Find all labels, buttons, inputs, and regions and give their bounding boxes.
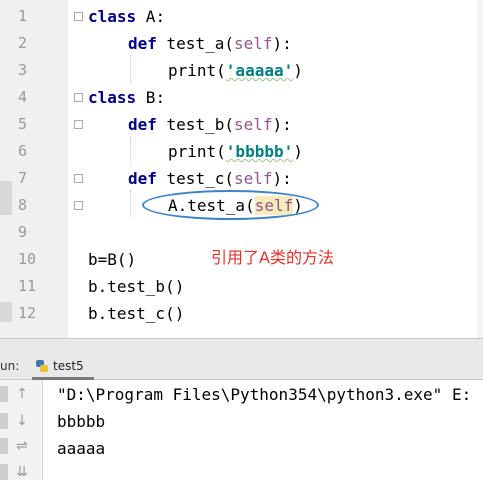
code-text: test_a( <box>156 34 234 53</box>
toolbar-marker <box>0 438 8 454</box>
code-line: b.test_c() <box>88 304 185 323</box>
code-text: ): <box>272 34 292 53</box>
keyword: def <box>128 115 157 134</box>
code-line: def test_c(self): <box>128 165 292 192</box>
self-param: self <box>233 34 273 53</box>
console-output[interactable]: "D:\Program Files\Python354\python3.exe"… <box>43 380 483 480</box>
editor-scrollbar[interactable] <box>477 0 483 338</box>
code-line: def test_b(self): <box>128 111 292 138</box>
console-toolbar: ↑ ↓ ⇌ ⇊ <box>0 380 43 480</box>
code-line: b=B() <box>88 250 137 269</box>
string-literal: 'aaaaa' <box>225 61 294 80</box>
keyword: class <box>88 88 137 107</box>
tab-test5[interactable]: test5 <box>32 353 94 379</box>
line-number-gutter: 1 2 3 4 5 6 7 8 9 10 11 12 <box>0 0 68 338</box>
code-text: ) <box>293 142 303 161</box>
line-number: 4 <box>18 88 28 106</box>
gutter-marker <box>0 181 12 215</box>
panel-divider[interactable] <box>0 338 483 353</box>
code-text: ): <box>272 115 292 134</box>
code-text: print( <box>168 61 226 80</box>
console-line: bbbbb <box>57 412 106 431</box>
code-text: A: <box>136 7 166 26</box>
code-editor[interactable]: 1 2 3 4 5 6 7 8 9 10 11 12 class A: def … <box>0 0 483 338</box>
code-line: class B: <box>88 84 165 111</box>
fold-marker-icon[interactable] <box>74 174 83 183</box>
code-text: test_c( <box>156 169 234 188</box>
code-text: ) <box>293 61 303 80</box>
code-line: print('bbbbb') <box>168 138 303 165</box>
console-line: "D:\Program Files\Python354\python3.exe"… <box>57 385 472 404</box>
fold-marker-icon[interactable] <box>74 201 83 210</box>
indent-guide <box>130 55 131 83</box>
run-panel-label: un: <box>0 359 20 373</box>
code-text: test_b( <box>156 115 234 134</box>
soft-wrap-icon[interactable]: ⇌ <box>14 438 30 454</box>
fold-marker-icon[interactable] <box>74 12 83 21</box>
code-text: ): <box>272 169 292 188</box>
annotation-text: 引用了A类的方法 <box>211 248 334 267</box>
indent-guide <box>130 136 131 164</box>
line-number: 9 <box>18 223 28 241</box>
fold-marker-icon[interactable] <box>74 93 83 102</box>
line-number: 1 <box>18 7 28 25</box>
keyword: def <box>128 34 157 53</box>
code-line: def test_a(self): <box>128 30 292 57</box>
indent-guide <box>130 190 131 218</box>
keyword: def <box>128 169 157 188</box>
self-param: self <box>233 115 273 134</box>
line-number: 6 <box>18 142 28 160</box>
line-number: 12 <box>18 304 37 322</box>
line-number: 7 <box>18 169 28 187</box>
highlight-ellipse <box>142 190 319 220</box>
line-number: 8 <box>18 196 28 214</box>
line-number: 11 <box>18 277 37 295</box>
keyword: class <box>88 7 137 26</box>
toolbar-marker <box>0 386 8 402</box>
toolbar-marker <box>0 413 8 429</box>
tab-label: test5 <box>53 359 84 373</box>
string-literal: 'bbbbb' <box>225 142 294 161</box>
up-arrow-icon[interactable]: ↑ <box>14 386 30 402</box>
code-line: print('aaaaa') <box>168 57 303 84</box>
code-line: class A: <box>88 3 165 30</box>
python-file-icon <box>36 360 48 372</box>
run-tab-bar: un: test5 <box>0 353 483 380</box>
line-number: 10 <box>18 250 37 268</box>
toolbar-marker <box>0 464 8 480</box>
code-line: b.test_b() <box>88 277 185 296</box>
self-param: self <box>233 169 273 188</box>
scroll-to-end-icon[interactable]: ⇊ <box>14 464 30 480</box>
code-text: print( <box>168 142 226 161</box>
line-number: 3 <box>18 61 28 79</box>
line-number: 5 <box>18 115 28 133</box>
code-text: B: <box>136 88 166 107</box>
console-line: aaaaa <box>57 439 106 458</box>
fold-marker-icon[interactable] <box>74 120 83 129</box>
line-number: 2 <box>18 34 28 52</box>
gutter-marker <box>0 302 12 322</box>
down-arrow-icon[interactable]: ↓ <box>14 413 30 429</box>
